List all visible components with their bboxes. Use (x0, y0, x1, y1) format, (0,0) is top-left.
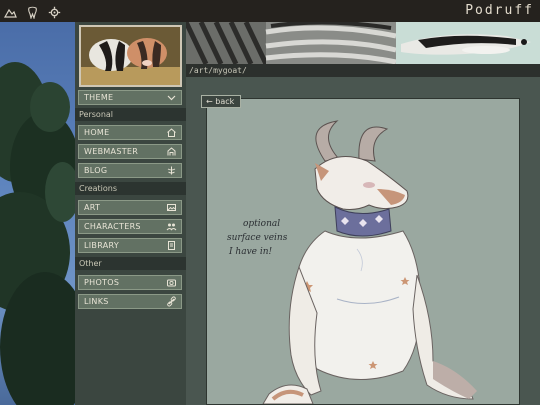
theme-dropdown[interactable]: THEME (78, 90, 182, 105)
webmaster-icon (166, 146, 177, 157)
library-icon (166, 240, 177, 251)
artwork-note-line-3: I have in! (229, 247, 273, 257)
section-creations: Creations (75, 182, 186, 195)
sidebar-item-webmaster[interactable]: WEBMASTER (78, 144, 182, 159)
gear-icon[interactable] (48, 4, 61, 19)
sidebar-item-photos[interactable]: PHOTOS (78, 275, 182, 290)
home-icon (166, 127, 177, 138)
sidebar-item-library[interactable]: LIBRARY (78, 238, 182, 253)
sidebar-item-label: LIBRARY (84, 241, 120, 250)
top-icons (3, 4, 61, 20)
artwork-note-line-1: optional (243, 219, 281, 229)
breadcrumb-path: /art/mygoat/ (186, 64, 540, 77)
sidebar-item-label: BLOG (84, 166, 108, 175)
chevron-down-icon (166, 92, 177, 103)
mountain-icon[interactable] (3, 4, 17, 18)
sidebar-item-label: WEBMASTER (84, 147, 139, 156)
sidebar-item-label: PHOTOS (84, 278, 120, 287)
sidebar-item-characters[interactable]: CHARACTERS (78, 219, 182, 234)
sidebar-item-home[interactable]: HOME (78, 125, 182, 140)
tooth-icon[interactable] (26, 4, 39, 20)
artwork-image[interactable]: optional surface veins I have in! (206, 98, 520, 405)
section-other: Other (75, 257, 186, 270)
sidebar-item-label: ART (84, 203, 101, 212)
camera-icon (166, 277, 177, 288)
header-banner (186, 22, 540, 64)
characters-icon (166, 221, 177, 232)
sidebar-item-blog[interactable]: BLOG (78, 163, 182, 178)
back-button[interactable]: ← back (201, 95, 241, 108)
background-photo (0, 22, 78, 405)
link-icon (166, 296, 177, 307)
blog-icon (166, 165, 177, 176)
section-personal: Personal (75, 108, 186, 121)
artwork-note-line-2: surface veins (227, 233, 288, 243)
site-title[interactable]: Podruff (465, 3, 534, 18)
sidebar-item-label: HOME (84, 128, 110, 137)
sidebar-item-links[interactable]: LINKS (78, 294, 182, 309)
image-icon (166, 202, 177, 213)
avatar (79, 25, 182, 87)
sidebar-item-label: LINKS (84, 297, 109, 306)
sidebar-item-art[interactable]: ART (78, 200, 182, 215)
theme-label: THEME (84, 93, 114, 102)
sidebar: THEME Personal HOME WEBMASTER BLOG Creat… (75, 22, 186, 405)
top-bar: Podruff (0, 0, 540, 22)
sidebar-item-label: CHARACTERS (84, 222, 141, 231)
